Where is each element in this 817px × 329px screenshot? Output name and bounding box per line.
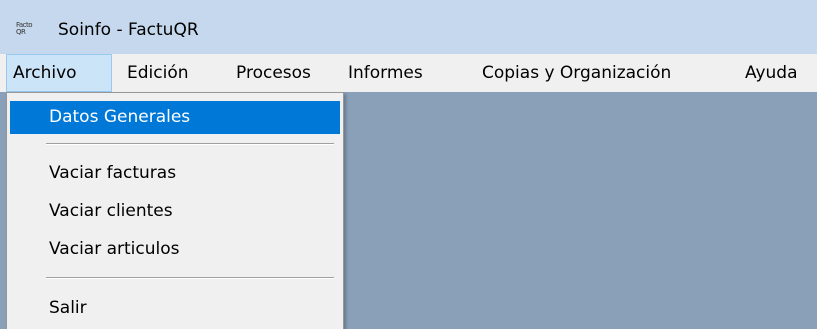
menuitem-vaciar-facturas[interactable]: Vaciar facturas: [10, 157, 340, 190]
app-icon-text-bottom: QR: [16, 28, 26, 36]
factuqr-app-icon[interactable]: Facto QR: [16, 22, 38, 38]
menu-separator: [46, 143, 334, 145]
menuitem-salir[interactable]: Salir: [10, 292, 340, 325]
menu-separator: [46, 277, 334, 279]
menu-copias-y-organizacion[interactable]: Copias y Organización: [475, 54, 671, 92]
menuitem-vaciar-clientes[interactable]: Vaciar clientes: [10, 195, 340, 228]
menu-archivo[interactable]: Archivo: [6, 54, 112, 92]
menu-procesos[interactable]: Procesos: [229, 54, 311, 92]
title-bar[interactable]: Facto QR Soinfo - FactuQR: [0, 0, 817, 54]
menu-informes[interactable]: Informes: [341, 54, 423, 92]
window-title: Soinfo - FactuQR: [58, 20, 199, 40]
menu-edicion[interactable]: Edición: [120, 54, 189, 92]
menuitem-vaciar-articulos[interactable]: Vaciar articulos: [10, 233, 340, 266]
menu-bar: Archivo Edición Procesos Informes Copias…: [0, 54, 817, 92]
menuitem-datos-generales[interactable]: Datos Generales: [10, 101, 340, 134]
menu-ayuda[interactable]: Ayuda: [738, 54, 798, 92]
archivo-dropdown-menu: Datos Generales Vaciar facturas Vaciar c…: [6, 92, 344, 329]
